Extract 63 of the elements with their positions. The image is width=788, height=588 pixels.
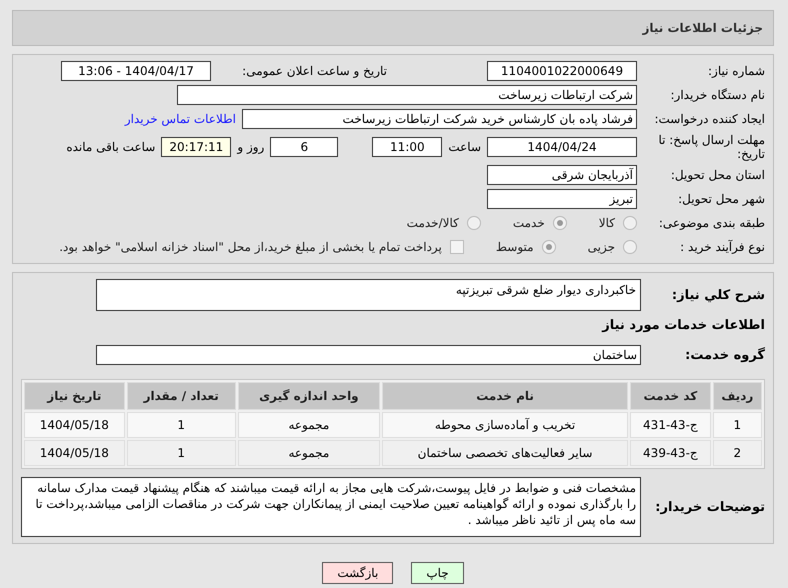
field-label: استان محل تحویل:: [670, 168, 765, 182]
field-label: مهلت ارسال پاسخ: تا تاریخ:: [657, 133, 765, 161]
option-label: جزیی: [588, 240, 615, 254]
field-label: گروه خدمت:: [684, 348, 765, 362]
deadline-time-field: 11:00: [372, 137, 442, 157]
table-cell: مجموعه: [238, 440, 380, 466]
table-cell: 1404/05/18: [24, 412, 125, 438]
option-label: خدمت: [512, 216, 545, 230]
table-cell: سایر فعالیت‌های تخصصی ساختمان: [382, 440, 628, 466]
days-label: روز و: [237, 140, 264, 154]
section-heading: اطلاعات خدمات مورد نیاز: [600, 318, 765, 332]
radio-button[interactable]: [623, 240, 637, 254]
option-label: کالا: [598, 216, 615, 230]
column-header: واحد اندازه گیری: [238, 382, 380, 410]
radio-button[interactable]: [623, 216, 637, 230]
option-label: متوسط: [496, 240, 534, 254]
province-field: آذربایجان شرقی: [487, 165, 637, 185]
remaining-time-field: 20:17:11: [161, 137, 232, 157]
field-label: شماره نیاز:: [707, 64, 765, 78]
option-label: کالا/خدمت: [406, 216, 459, 230]
table-cell: 1: [126, 440, 236, 466]
remaining-label: ساعت باقی مانده: [66, 140, 156, 154]
field-label: نام دستگاه خریدار:: [670, 88, 765, 102]
column-header: ردیف: [712, 382, 762, 410]
checkbox[interactable]: [450, 240, 464, 254]
days-field: 6: [270, 137, 338, 157]
field-label: ایجاد کننده درخواست:: [653, 112, 765, 126]
field-label: نوع فرآیند خرید :: [679, 240, 765, 254]
field-label: طبقه بندی موضوعی:: [658, 216, 765, 230]
page-title: جزئیات اطلاعات نیاز: [642, 21, 763, 35]
table-cell: 1: [126, 412, 236, 438]
radio-button[interactable]: [552, 216, 567, 230]
column-header: تاریخ نیاز: [24, 382, 125, 410]
table-cell: 1: [712, 412, 762, 438]
need-number-field: 1104001022000649: [487, 61, 637, 81]
table-cell: ج-43-439: [630, 440, 711, 466]
back-button[interactable]: بازگشت: [322, 562, 394, 584]
announce-date-field: 1404/04/17 - 13:06: [61, 61, 211, 81]
table-cell: مجموعه: [238, 412, 380, 438]
field-label: توضیحات خریدار:: [654, 500, 765, 514]
summary-textarea[interactable]: خاکبرداری دیوار ضلع شرقی تبریزتپه: [96, 279, 641, 311]
buyer-contact-link[interactable]: اطلاعات تماس خریدار: [124, 112, 236, 126]
table-cell: تخریب و آماده‌سازی محوطه: [382, 412, 628, 438]
print-button[interactable]: چاپ: [411, 562, 464, 584]
deadline-date-field: 1404/04/24: [487, 137, 637, 157]
time-label: ساعت: [448, 140, 481, 154]
table-cell: 1404/05/18: [24, 440, 125, 466]
table-cell: 2: [712, 440, 762, 466]
column-header: تعداد / مقدار: [126, 382, 236, 410]
radio-button[interactable]: [542, 240, 556, 254]
requester-field: فرشاد پاده بان کارشناس خرید شرکت ارتباطات زیرساخت: [242, 109, 637, 129]
column-header: نام خدمت: [382, 382, 628, 410]
payment-note: پرداخت تمام یا بخشی از مبلغ خرید،از محل "اسناد خزانه اسلامی" خواهد بود.: [59, 240, 442, 254]
service-group-field: ساختمان: [96, 345, 641, 365]
buyer-org-field: شرکت ارتباطات زیرساخت: [177, 85, 637, 105]
field-label: شرح کلي نياز:: [670, 288, 765, 302]
field-label: شهر محل تحویل:: [677, 192, 765, 206]
column-header: کد خدمت: [630, 382, 711, 410]
table-cell: ج-43-431: [630, 412, 711, 438]
radio-button[interactable]: [466, 216, 481, 230]
buyer-notes-textarea[interactable]: مشخصات فنی و ضوابط در فایل پیوست،شرکت هایی مجاز به ارائه قیمت میباشند که هنگام پیشنهاد قیمت مدارک سامانه را بارگذاری نموده و ارائه گواهینامه تعیین صلاحیت ایمنی از پیمانکاران جهت شرکت در مناقصات الزامی میباشد،پرداخت تا سه ماه پس از تائید ناظر میباشد .: [21, 477, 641, 537]
city-field: تبریز: [487, 189, 637, 209]
field-label: تاریخ و ساعت اعلان عمومی:: [241, 64, 387, 78]
